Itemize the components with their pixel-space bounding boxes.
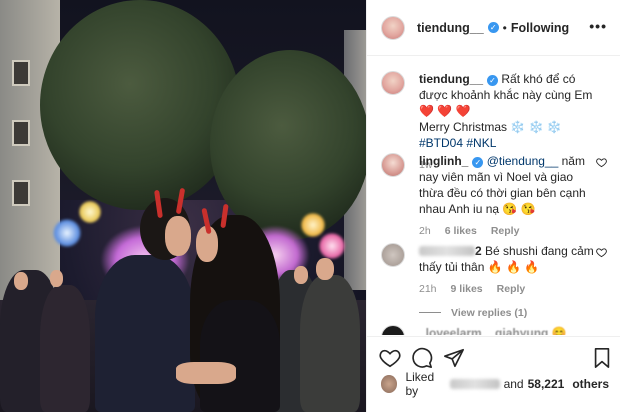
commenter-avatar[interactable] bbox=[381, 153, 405, 177]
likes-conj: and bbox=[503, 377, 524, 391]
liker-avatar[interactable] bbox=[381, 375, 398, 393]
bystander-face bbox=[50, 270, 63, 287]
bystander-face bbox=[294, 266, 308, 284]
crowd-left bbox=[40, 285, 90, 412]
reply-button[interactable]: Reply bbox=[497, 283, 526, 295]
comment-body: linglinh_ ✓ @tiendung__ năm nay viên mãn … bbox=[419, 153, 599, 239]
comment-icon[interactable] bbox=[411, 347, 433, 369]
blurred-username[interactable] bbox=[419, 246, 475, 256]
comment-mention[interactable]: @tiendung__ bbox=[487, 154, 559, 168]
comment-likes[interactable]: 6 likes bbox=[445, 225, 477, 237]
like-comment-heart-icon[interactable] bbox=[596, 157, 607, 168]
verified-badge-icon: ✓ bbox=[472, 157, 484, 168]
man-hand bbox=[176, 362, 236, 384]
author-username[interactable]: tiendung__ bbox=[417, 21, 484, 35]
likes-summary: Liked by and 58,221 others bbox=[381, 370, 613, 398]
building-window bbox=[12, 60, 30, 86]
light-snowflake bbox=[78, 200, 102, 224]
comment-meta: 2h 6 likes Reply bbox=[419, 223, 599, 239]
comment-likes[interactable]: 9 likes bbox=[451, 283, 483, 295]
comment-time[interactable]: 21h bbox=[419, 283, 437, 295]
building-window bbox=[12, 120, 30, 146]
likes-count[interactable]: 58,221 bbox=[528, 377, 565, 391]
tree-left bbox=[40, 0, 240, 210]
caption-hashtags[interactable]: #BTD04 #NKL bbox=[419, 136, 496, 150]
verified-badge-icon: ✓ bbox=[487, 22, 499, 33]
caption-line2: Merry Christmas ❄️ ❄️ ❄️ bbox=[419, 120, 562, 134]
comment-author[interactable]: linglinh_ bbox=[419, 154, 468, 168]
light-snowflake bbox=[52, 218, 82, 248]
building-window bbox=[12, 180, 30, 206]
post-side-panel: tiendung__ ✓ • Following ••• tiendung__ ✓… bbox=[366, 0, 620, 412]
crowd-right bbox=[300, 275, 360, 412]
comment-body: 2 Bé shushi đang cảm thấy tủi thân 🔥 🔥 🔥… bbox=[419, 243, 599, 321]
author-avatar[interactable] bbox=[381, 15, 405, 40]
bookmark-icon[interactable] bbox=[591, 347, 613, 369]
light-snowflake bbox=[300, 212, 326, 238]
comment-body: _loveelarm _ giahyung 😊 bbox=[419, 325, 599, 335]
post-photo[interactable] bbox=[0, 0, 366, 412]
tree-right bbox=[210, 50, 366, 240]
verified-badge-icon: ✓ bbox=[487, 75, 499, 86]
comment-author-suffix[interactable]: 2 bbox=[475, 244, 482, 258]
more-options-icon[interactable]: ••• bbox=[589, 18, 607, 34]
likes-suffix[interactable]: others bbox=[572, 377, 609, 391]
view-replies-button[interactable]: View replies (1) bbox=[419, 305, 599, 321]
following-button[interactable]: Following bbox=[511, 21, 569, 35]
commenter-avatar[interactable] bbox=[381, 243, 405, 267]
light-snowflake bbox=[318, 232, 346, 260]
caption-author[interactable]: tiendung__ bbox=[419, 72, 483, 86]
man-sweater bbox=[95, 255, 195, 412]
comment-author[interactable]: _loveelarm _ giahyung bbox=[419, 326, 548, 335]
share-icon[interactable] bbox=[443, 347, 465, 369]
heart-icon[interactable] bbox=[379, 347, 401, 369]
like-comment-heart-icon[interactable] bbox=[596, 247, 607, 258]
bystander-face bbox=[14, 272, 28, 290]
man-face bbox=[165, 216, 191, 256]
post-header: tiendung__ ✓ • Following ••• bbox=[367, 0, 620, 56]
caption-hearts: ❤️ ❤️ ❤️ bbox=[419, 104, 471, 118]
blurred-liker-name[interactable] bbox=[450, 379, 500, 389]
bystander-face bbox=[316, 258, 334, 280]
comment-meta: 21h 9 likes Reply bbox=[419, 281, 599, 297]
reply-button[interactable]: Reply bbox=[491, 225, 520, 237]
comment-time[interactable]: 2h bbox=[419, 225, 431, 237]
comment-emoji: 😊 bbox=[551, 326, 567, 335]
commenter-avatar[interactable] bbox=[381, 325, 405, 335]
likes-prefix: Liked by bbox=[405, 370, 435, 398]
author-avatar[interactable] bbox=[381, 71, 405, 95]
woman-coat bbox=[200, 300, 280, 412]
comments-list[interactable]: tiendung__ ✓ Rất khó để có được khoảnh kh… bbox=[367, 57, 620, 335]
separator-dot: • bbox=[502, 20, 507, 35]
